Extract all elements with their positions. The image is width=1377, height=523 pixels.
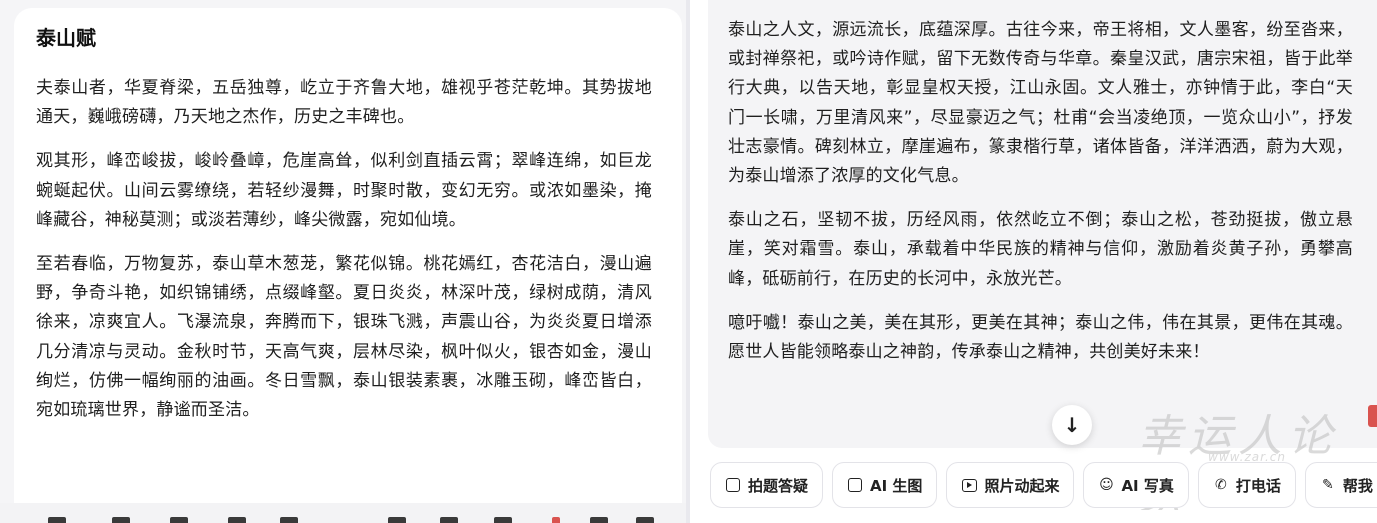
photo-question-icon: [725, 477, 741, 493]
chip-label: 打电话: [1235, 476, 1281, 495]
answer-body: 泰山之人文，源远流长，底蕴深厚。古往今来，帝王将相，文人墨客，纷至沓来，或封禅祭…: [728, 16, 1353, 382]
right-pane: 泰山之人文，源远流长，底蕴深厚。古往今来，帝王将相，文人墨客，纷至沓来，或封禅祭…: [690, 0, 1377, 523]
toolbar-icon[interactable]: [112, 517, 130, 523]
animate-photo-button[interactable]: 照片动起来: [946, 462, 1075, 508]
poem-paragraph: 夫泰山者，华夏脊梁，五岳独尊，屹立于齐鲁大地，雄视乎苍茫乾坤。其势拔地通天，巍峨…: [36, 78, 652, 128]
chip-label: AI 生图: [870, 476, 923, 495]
chip-label: 帮我: [1342, 476, 1373, 495]
action-chips: 拍题答疑 AI 生图 照片动起来 ☺ AI 写真 ✆ 打电话 ✎ 帮我: [710, 462, 1377, 508]
poem-body: 夫泰山者，华夏脊梁，五岳独尊，屹立于齐鲁大地，雄视乎苍茫乾坤。其势拔地通天，巍峨…: [36, 74, 652, 440]
toolbar-icon[interactable]: [552, 517, 560, 523]
toolbar-icon[interactable]: [636, 517, 654, 523]
poem-card: 泰山赋 夫泰山者，华夏脊梁，五岳独尊，屹立于齐鲁大地，雄视乎苍茫乾坤。其势拔地通…: [14, 8, 682, 503]
answer-paragraph: 噫吁嚱！泰山之美，美在其形，更美在其神；泰山之伟，伟在其景，更伟在其魂。愿世人皆…: [728, 312, 1353, 363]
app-stage: 泰山赋 夫泰山者，华夏脊梁，五岳独尊，屹立于齐鲁大地，雄视乎苍茫乾坤。其势拔地通…: [0, 0, 1377, 523]
toolbar-icon[interactable]: [280, 517, 298, 523]
chip-label: AI 写真: [1121, 476, 1174, 495]
watermark: 幸运人论坛 www.zar.cn: [1138, 400, 1377, 523]
arrow-down-icon: ↓: [1063, 413, 1081, 437]
poem-paragraph: 观其形，峰峦峻拔，峻岭叠嶂，危崖高耸，似利剑直插云霄；翠峰连绵，如巨龙蜿蜒起伏。…: [36, 151, 652, 230]
toolbar-icon[interactable]: [440, 517, 458, 523]
phone-icon: ✆: [1215, 477, 1227, 493]
toolbar-icon[interactable]: [170, 517, 188, 523]
answer-paragraph: 泰山之石，坚韧不拔，历经风雨，依然屹立不倒；泰山之松，苍劲挺拔，傲立悬崖，笑对霜…: [728, 210, 1353, 289]
help-me-button[interactable]: ✎ 帮我: [1304, 462, 1377, 508]
left-pane: 泰山赋 夫泰山者，华夏脊梁，五岳独尊，屹立于齐鲁大地，雄视乎苍茫乾坤。其势拔地通…: [0, 0, 686, 523]
chip-label: 照片动起来: [984, 476, 1060, 495]
toolbar-icon[interactable]: [228, 517, 246, 523]
toolbar-icon[interactable]: [48, 517, 66, 523]
edit-icon: ✎: [1322, 477, 1334, 493]
poem-title: 泰山赋: [36, 26, 96, 50]
portrait-icon: ☺: [1099, 477, 1114, 493]
call-button[interactable]: ✆ 打电话: [1197, 462, 1296, 508]
play-icon: [961, 477, 977, 493]
answer-paragraph: 泰山之人文，源远流长，底蕴深厚。古往今来，帝王将相，文人墨客，纷至沓来，或封禅祭…: [728, 20, 1353, 187]
toolbar-icon[interactable]: [494, 517, 512, 523]
answer-card: 泰山之人文，源远流长，底蕴深厚。古往今来，帝王将相，文人墨客，纷至沓来，或封禅祭…: [708, 0, 1377, 523]
seal-icon: [1368, 405, 1377, 427]
image-icon: [847, 477, 863, 493]
left-toolbar: [0, 503, 686, 523]
ai-portrait-button[interactable]: ☺ AI 写真: [1083, 462, 1189, 508]
toolbar-icon[interactable]: [590, 517, 608, 523]
ai-image-button[interactable]: AI 生图: [832, 462, 938, 508]
poem-paragraph: 至若春临，万物复苏，泰山草木葱茏，繁花似锦。桃花嫣红，杏花洁白，漫山遍野，争奇斗…: [36, 254, 652, 421]
scroll-down-button[interactable]: ↓: [1052, 405, 1092, 445]
right-bottom-strip: [690, 510, 1377, 523]
toolbar-icon[interactable]: [388, 517, 406, 523]
photo-question-button[interactable]: 拍题答疑: [710, 462, 824, 508]
chip-label: 拍题答疑: [748, 476, 809, 495]
